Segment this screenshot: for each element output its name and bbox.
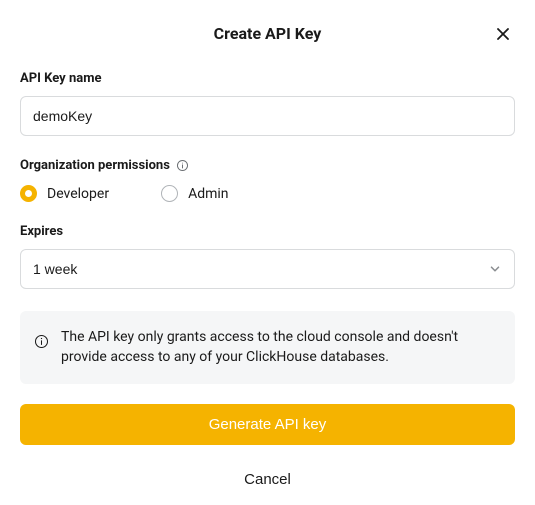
radio-developer[interactable]: Developer	[20, 185, 109, 202]
close-button[interactable]	[491, 22, 515, 46]
notice-text: The API key only grants access to the cl…	[61, 327, 501, 368]
expires-section: Expires 1 week	[20, 224, 515, 289]
expires-selected-value: 1 week	[33, 261, 77, 277]
chevron-down-icon	[488, 262, 502, 276]
permissions-label: Organization permissions	[20, 158, 515, 173]
name-section: API Key name	[20, 71, 515, 136]
permissions-radio-group: Developer Admin	[20, 185, 515, 202]
expires-select[interactable]: 1 week	[20, 249, 515, 289]
radio-indicator-unselected	[161, 185, 178, 202]
radio-label-admin: Admin	[188, 186, 228, 202]
info-icon[interactable]	[176, 159, 189, 172]
close-icon	[495, 26, 511, 42]
info-icon	[34, 334, 49, 349]
generate-api-key-button[interactable]: Generate API key	[20, 404, 515, 445]
info-notice: The API key only grants access to the cl…	[20, 311, 515, 384]
radio-admin[interactable]: Admin	[161, 185, 228, 202]
cancel-button[interactable]: Cancel	[20, 465, 515, 494]
name-label: API Key name	[20, 71, 515, 86]
permissions-section: Organization permissions Developer Admin	[20, 158, 515, 202]
api-key-name-input[interactable]	[20, 96, 515, 136]
radio-indicator-selected	[20, 185, 37, 202]
permissions-label-text: Organization permissions	[20, 158, 170, 173]
dialog-title: Create API Key	[214, 24, 322, 43]
radio-label-developer: Developer	[47, 186, 109, 202]
expires-label: Expires	[20, 224, 515, 239]
dialog-header: Create API Key	[20, 20, 515, 43]
